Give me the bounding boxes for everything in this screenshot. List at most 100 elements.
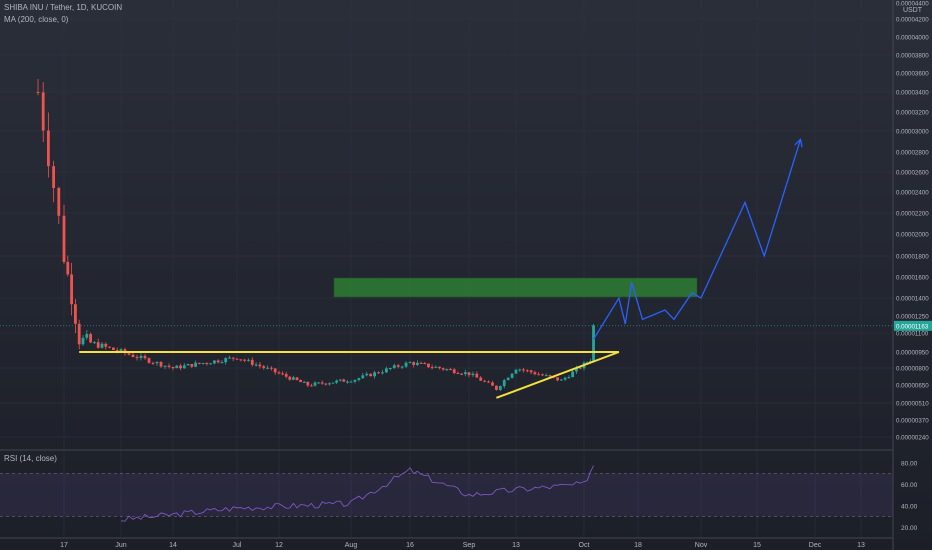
candle-body — [544, 375, 548, 377]
candle-body — [400, 366, 404, 368]
candle-body — [491, 382, 494, 386]
candle-body — [281, 373, 284, 375]
candle-body — [449, 369, 452, 371]
candle-body — [175, 365, 179, 369]
candle-body — [438, 366, 441, 369]
candle-body — [522, 369, 525, 371]
price-tick-label: 0.00000370 — [896, 418, 929, 425]
candle-body — [563, 377, 567, 380]
price-tick-label: 0.00002800 — [896, 150, 929, 157]
candle-body — [127, 353, 131, 355]
candle-body — [408, 362, 412, 364]
rsi-tick-label: 20.00 — [901, 525, 918, 532]
candle-body — [295, 377, 299, 381]
candle-body — [273, 368, 277, 373]
price-tick-label: 0.00003400 — [896, 90, 929, 97]
candle-body — [537, 374, 541, 376]
candle-body — [135, 356, 139, 359]
candle-body — [288, 376, 292, 380]
candle-body — [338, 379, 342, 381]
candle-body — [108, 346, 111, 348]
candle-body — [460, 373, 464, 375]
price-chart[interactable]: 0.000044000.000042000.000040000.00003800… — [0, 0, 932, 550]
candle-body — [250, 359, 254, 365]
time-tick-label: 15 — [753, 542, 761, 549]
candle-body — [445, 369, 449, 371]
price-tick-label: 0.00001400 — [896, 296, 929, 303]
candle-body — [190, 364, 194, 367]
candle-body — [483, 380, 487, 382]
candle-body — [77, 323, 81, 345]
candle-body — [306, 381, 310, 386]
candle-body — [52, 166, 55, 188]
candle-body — [434, 366, 438, 368]
candle-body — [96, 342, 100, 348]
price-tick-label: 0.00001600 — [896, 275, 929, 282]
candle-body — [567, 377, 571, 379]
rsi-indicator-label[interactable]: RSI (14, close) — [4, 454, 57, 463]
candle-body — [74, 304, 77, 324]
candle-body — [412, 362, 416, 365]
candle-body — [93, 342, 96, 344]
time-tick-label: Jul — [233, 542, 242, 549]
candle-body — [381, 372, 384, 374]
candle-body — [456, 373, 460, 375]
chart-background — [0, 0, 932, 550]
candle-body — [179, 365, 182, 369]
candle-body — [163, 365, 167, 367]
candle-body — [498, 386, 502, 390]
candle-body — [131, 354, 135, 357]
candle-body — [197, 362, 201, 364]
candle-body — [151, 362, 155, 364]
candle-body — [452, 369, 456, 374]
candle-body — [213, 360, 216, 364]
candle-body — [502, 380, 506, 387]
candle-body — [147, 358, 151, 363]
candle-body — [266, 367, 269, 369]
candle-body — [310, 385, 313, 387]
time-tick-label: Nov — [695, 542, 708, 549]
symbol-title[interactable]: SHIBA INU / Tether, 1D, KUCOIN — [4, 3, 122, 12]
time-tick-label: Aug — [345, 542, 358, 549]
candle-body — [41, 92, 45, 131]
candle-body — [471, 373, 475, 376]
candle-body — [518, 369, 522, 371]
candle-body — [66, 262, 70, 275]
candle-body — [506, 377, 510, 381]
candle-body — [112, 347, 115, 351]
price-tick-label: 0.00002200 — [896, 211, 929, 218]
candle-body — [194, 362, 197, 367]
candle-body — [361, 375, 365, 379]
candle-body — [85, 334, 89, 338]
candle-body — [262, 366, 266, 368]
candle-body — [404, 362, 408, 367]
candle-body — [186, 364, 190, 366]
candle-body — [365, 373, 369, 376]
ma-indicator-label[interactable]: MA (200, close, 0) — [4, 15, 68, 24]
currency-label: USDT — [902, 7, 922, 14]
price-tick-label: 0.00000240 — [896, 435, 929, 442]
price-tick-label: 0.00002400 — [896, 190, 929, 197]
candle-body — [415, 362, 419, 365]
candle-body — [171, 366, 175, 369]
candle-body — [475, 373, 479, 378]
candle-body — [419, 362, 423, 364]
time-tick-label: Jun — [115, 542, 126, 549]
candle-body — [247, 359, 250, 361]
candle-body — [353, 379, 357, 382]
time-tick-label: 14 — [169, 542, 177, 549]
time-tick-label: Oct — [579, 542, 590, 549]
candle-body — [514, 369, 518, 374]
price-tick-label: 0.00003600 — [896, 71, 929, 78]
candle-body — [533, 372, 537, 375]
candle-body — [47, 130, 50, 167]
candle-body — [377, 372, 380, 374]
candle-body — [292, 377, 295, 380]
time-tick-label: 16 — [406, 542, 414, 549]
time-tick-label: 12 — [275, 542, 283, 549]
rsi-tick-label: 40.00 — [901, 503, 918, 510]
candle-body — [104, 343, 108, 347]
candle-body — [258, 364, 262, 367]
candle-body — [205, 363, 209, 365]
price-tick-label: 0.00003000 — [896, 129, 929, 136]
